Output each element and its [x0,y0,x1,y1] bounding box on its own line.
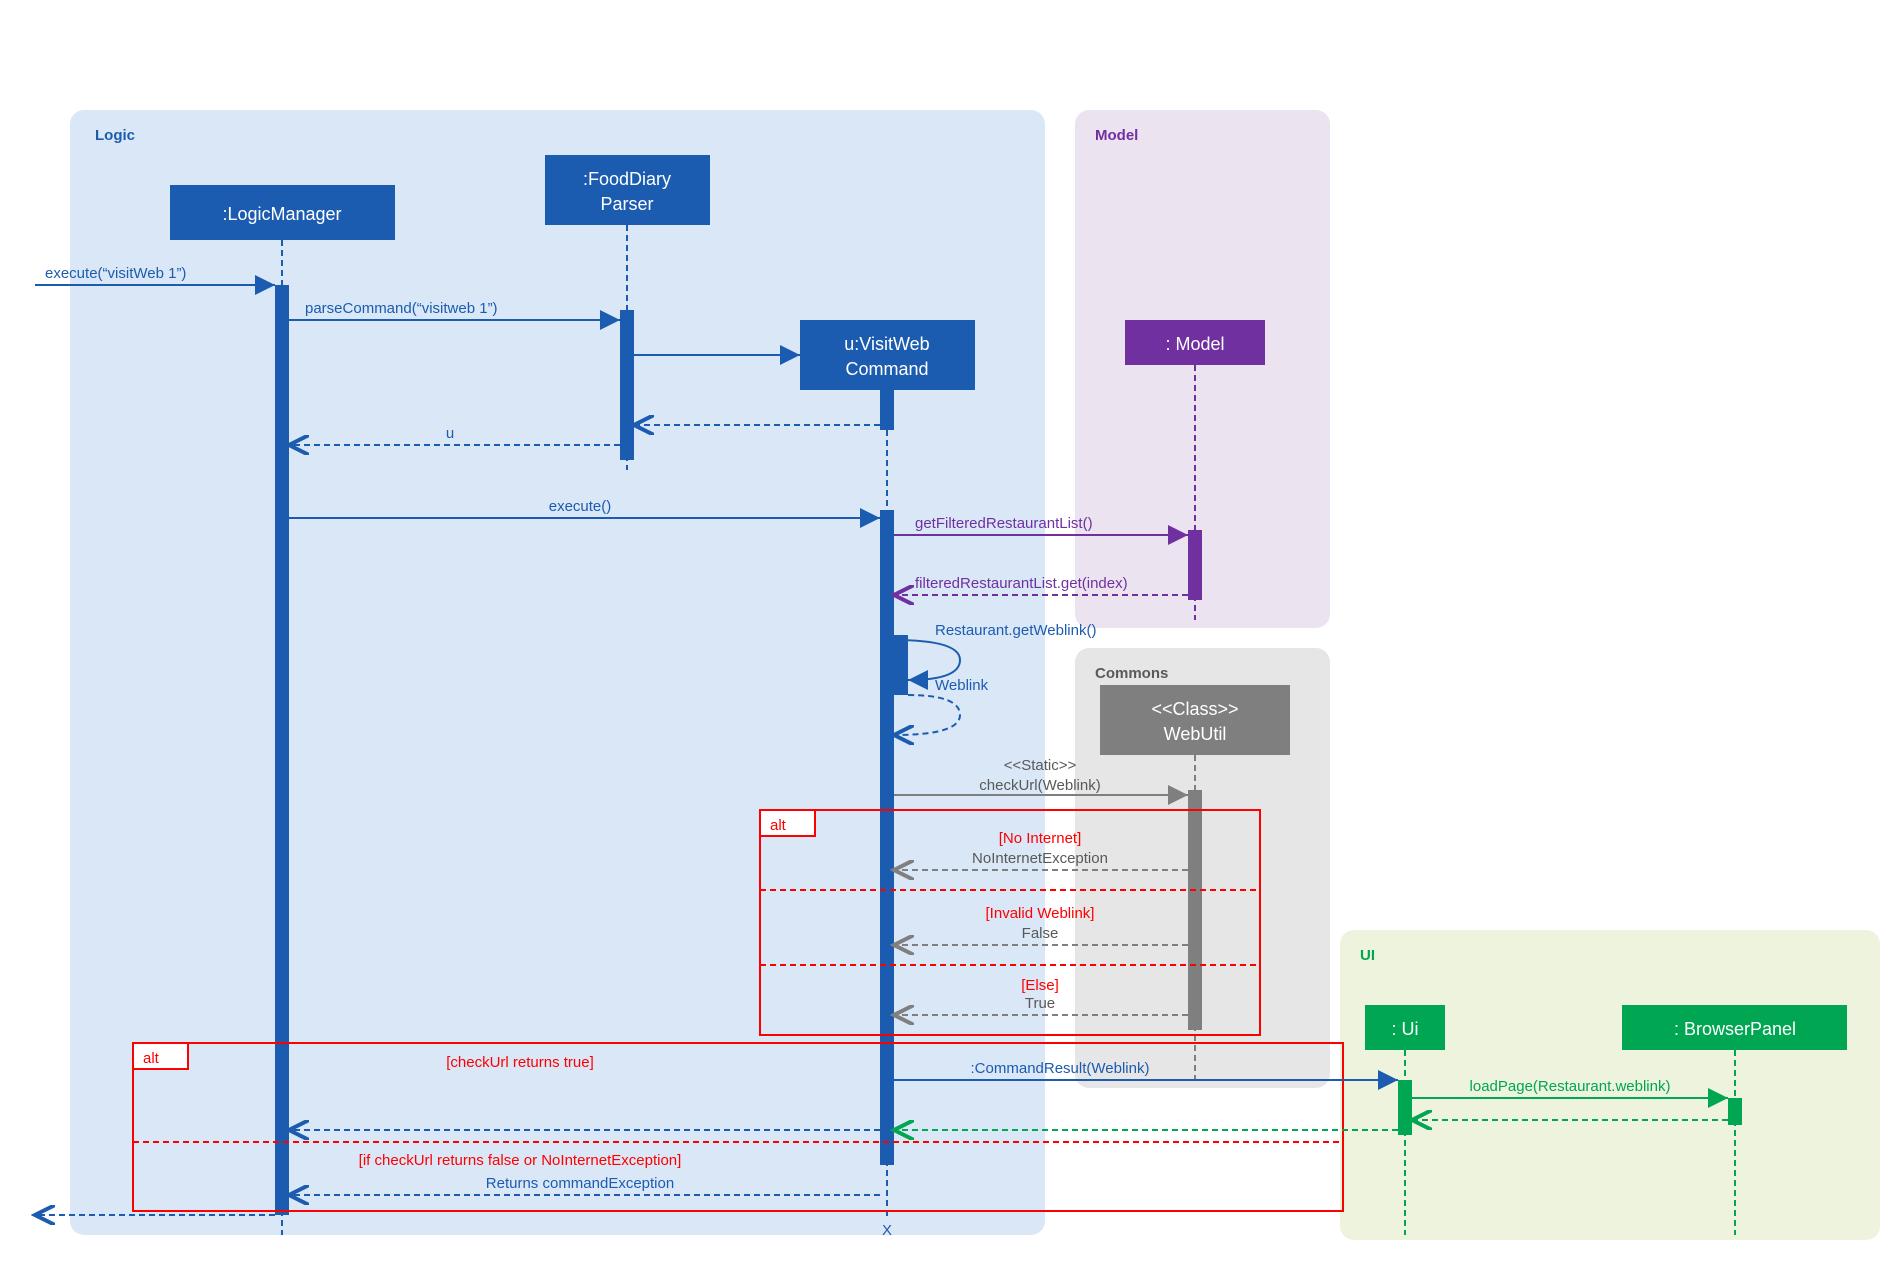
svg-text:checkUrl(Weblink): checkUrl(Weblink) [979,777,1100,794]
svg-text::FoodDiary: :FoodDiary [583,169,671,189]
svg-text::CommandResult(Weblink): :CommandResult(Weblink) [971,1060,1150,1077]
svg-text:alt: alt [770,817,787,834]
logicmanager-head: :LogicManager [170,185,395,240]
svg-text:: Model: : Model [1165,334,1224,354]
svg-text:Logic: Logic [95,127,135,144]
svg-text:NoInternetException: NoInternetException [972,850,1108,867]
svg-text:Model: Model [1095,127,1138,144]
svg-text:[if checkUrl returns false or: [if checkUrl returns false or NoInternet… [359,1152,682,1169]
svg-text:alt: alt [143,1050,160,1067]
destroy-x: X [882,1222,892,1239]
svg-text:: Ui: : Ui [1392,1019,1419,1039]
svg-text:Weblink: Weblink [935,677,989,694]
svg-text:<<Static>>: <<Static>> [1004,757,1077,774]
svg-text:u:VisitWeb: u:VisitWeb [844,334,929,354]
svg-text:parseCommand(“visitweb 1”): parseCommand(“visitweb 1”) [305,300,498,317]
svg-text:execute(): execute() [549,498,612,515]
model-frame: Model [1075,110,1330,628]
svg-text:Commons: Commons [1095,665,1168,682]
ui-head: : Ui [1365,1005,1445,1050]
svg-text:filteredRestaurantList.get(ind: filteredRestaurantList.get(index) [915,575,1128,592]
svg-text:[Else]: [Else] [1021,977,1059,994]
svg-text:Parser: Parser [600,194,653,214]
svg-text:Command: Command [845,359,928,379]
svg-text:: BrowserPanel: : BrowserPanel [1674,1019,1796,1039]
svg-text:loadPage(Restaurant.weblink): loadPage(Restaurant.weblink) [1470,1078,1671,1095]
sequence-diagram: Logic Model Commons UI :LogicManager :Fo… [0,0,1895,1288]
svg-text:getFilteredRestaurantList(): getFilteredRestaurantList() [915,515,1093,532]
model-head: : Model [1125,320,1265,365]
browserpanel-head: : BrowserPanel [1622,1005,1847,1050]
svg-text:[No Internet]: [No Internet] [999,830,1082,847]
svg-text:Restaurant.getWeblink(): Restaurant.getWeblink() [935,622,1096,639]
svg-text:u: u [446,425,454,442]
svg-text:[checkUrl returns true]: [checkUrl returns true] [446,1054,594,1071]
visitwebcommand-head: u:VisitWeb Command [800,320,975,390]
svg-text:False: False [1022,925,1059,942]
webutil-head: <<Class>> WebUtil [1100,685,1290,755]
svg-text:Returns commandException: Returns commandException [486,1175,674,1192]
svg-text:WebUtil: WebUtil [1164,724,1227,744]
svg-text:execute(“visitWeb 1”): execute(“visitWeb 1”) [45,265,186,282]
svg-text:<<Class>>: <<Class>> [1151,699,1238,719]
svg-text:[Invalid Weblink]: [Invalid Weblink] [986,905,1095,922]
svg-text:True: True [1025,995,1055,1012]
svg-text:UI: UI [1360,947,1375,964]
fooddiaryparser-head: :FoodDiary Parser [545,155,710,225]
svg-text::LogicManager: :LogicManager [222,204,341,224]
